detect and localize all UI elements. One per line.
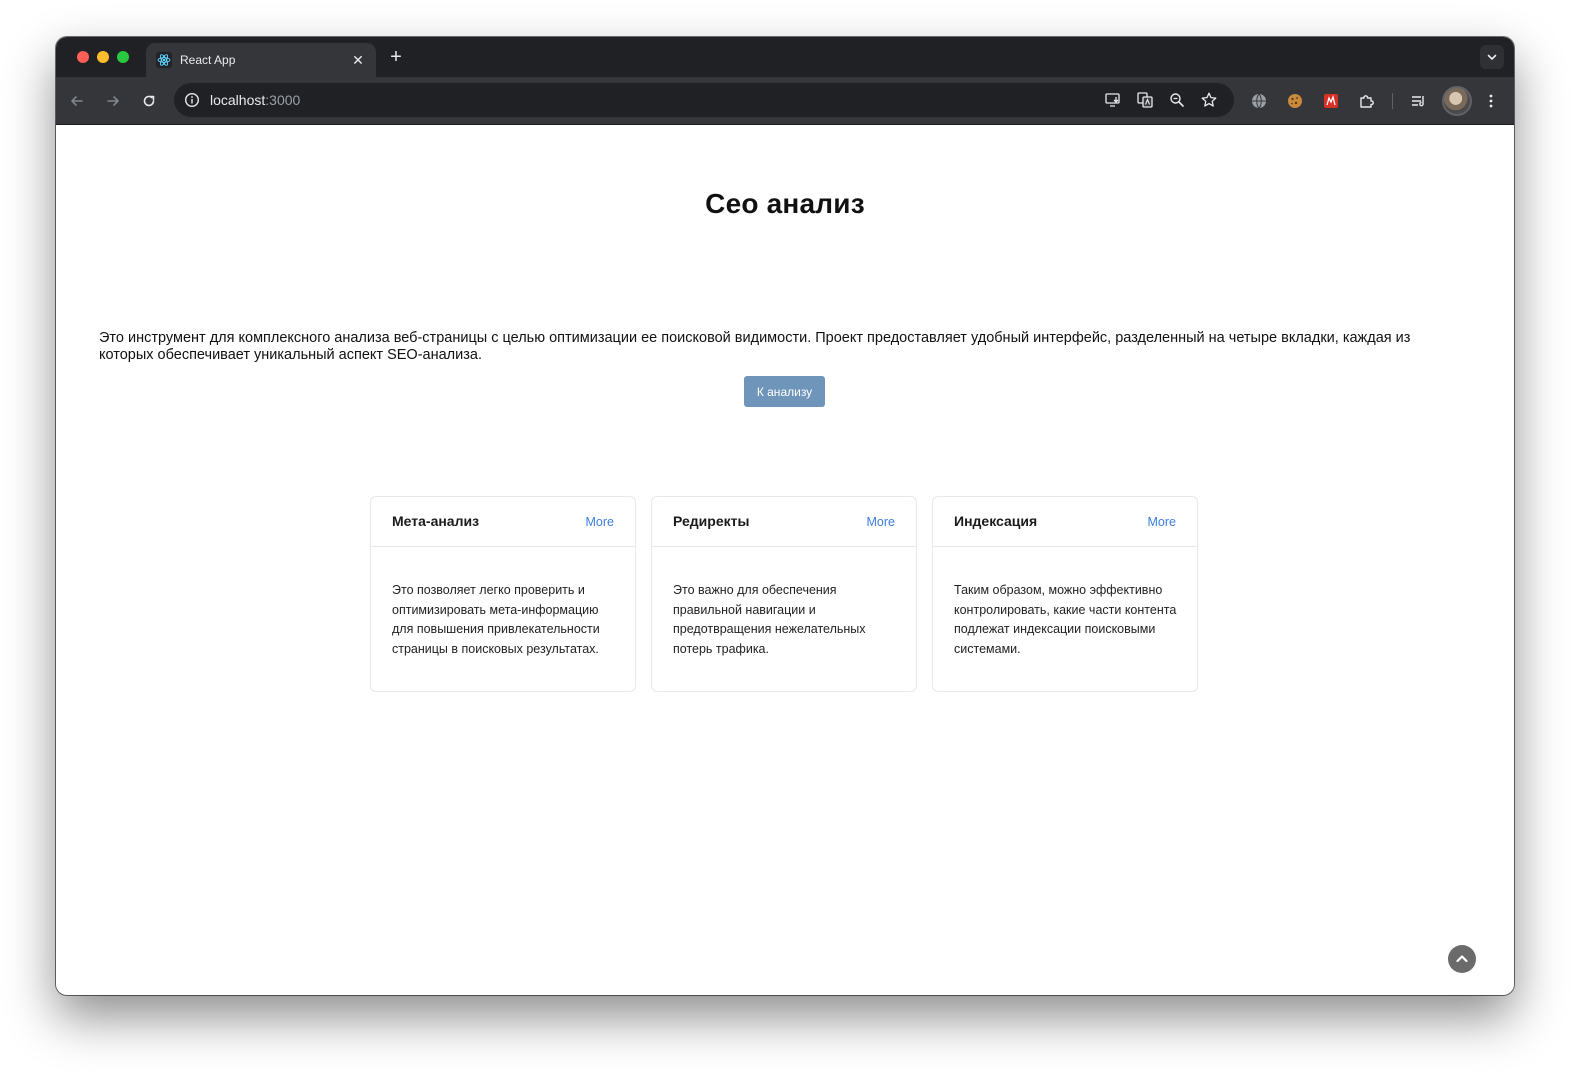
reading-list-icon[interactable] xyxy=(1408,90,1430,112)
address-bar[interactable]: localhost:3000 xyxy=(174,83,1234,117)
card-header: Мета-анализ More xyxy=(371,497,635,547)
card-title: Индексация xyxy=(954,513,1038,529)
close-tab-icon[interactable]: ✕ xyxy=(350,52,366,69)
browser-window: React App ✕ + localhost:3000 Сео анализ … xyxy=(56,37,1514,995)
card-title: Мета-анализ xyxy=(392,513,480,529)
url-port: :3000 xyxy=(265,92,301,108)
toolbar-divider xyxy=(1392,93,1393,109)
page-content: Сео анализ Это инструмент для комплексно… xyxy=(56,125,1514,995)
card-header: Индексация More xyxy=(933,497,1197,547)
back-button[interactable] xyxy=(65,89,89,113)
card-header: Редиректы More xyxy=(652,497,916,547)
card-body: Это важно для обеспечения правильной нав… xyxy=(673,583,866,656)
tab-strip: React App ✕ + xyxy=(56,37,1514,77)
translate-icon[interactable] xyxy=(1136,91,1154,109)
tab-react-app[interactable]: React App ✕ xyxy=(146,43,376,77)
arrow-right-icon xyxy=(107,96,119,106)
browser-toolbar: localhost:3000 xyxy=(56,77,1514,125)
more-menu-icon[interactable] xyxy=(1480,90,1502,112)
card-meta-analysis: Мета-анализ More Это позволяет легко про… xyxy=(370,496,636,692)
card-redirects: Редиректы More Это важно для обеспечения… xyxy=(651,496,917,692)
bookmark-star-icon[interactable] xyxy=(1200,91,1218,109)
card-more-link[interactable]: More xyxy=(867,515,895,529)
cookie-extension-icon[interactable] xyxy=(1284,90,1306,112)
scroll-to-top-button[interactable] xyxy=(1448,945,1476,973)
install-app-icon[interactable] xyxy=(1104,91,1122,109)
card-body: Таким образом, можно эффективно контроли… xyxy=(954,583,1177,656)
reload-button[interactable] xyxy=(137,89,161,113)
maximize-window-button[interactable] xyxy=(117,51,129,63)
intro-text: Это инструмент для комплексного анализа … xyxy=(99,330,1411,363)
site-info-icon[interactable] xyxy=(183,91,201,109)
tab-title: React App xyxy=(180,53,236,67)
chevron-up-icon xyxy=(1456,955,1468,963)
arrow-left-icon xyxy=(71,96,83,106)
forward-button[interactable] xyxy=(101,89,125,113)
card-body: Это позволяет легко проверить и оптимизи… xyxy=(392,583,600,656)
profile-avatar[interactable] xyxy=(1442,86,1472,116)
page-title: Сео анализ xyxy=(705,188,865,219)
card-more-link[interactable]: More xyxy=(1148,515,1176,529)
puzzle-icon[interactable] xyxy=(1356,90,1378,112)
globe-extension-icon[interactable] xyxy=(1248,90,1270,112)
tab-search-button[interactable] xyxy=(1480,45,1504,69)
red-extension-icon[interactable] xyxy=(1320,90,1342,112)
url-host: localhost xyxy=(210,92,266,108)
card-title: Редиректы xyxy=(673,513,750,529)
card-more-link[interactable]: More xyxy=(586,515,614,529)
minimize-window-button[interactable] xyxy=(97,51,109,63)
zoom-icon[interactable] xyxy=(1168,91,1186,109)
to-analysis-button[interactable]: К анализу xyxy=(744,376,825,407)
reload-icon xyxy=(143,95,155,107)
new-tab-button[interactable]: + xyxy=(386,47,406,67)
close-window-button[interactable] xyxy=(77,51,89,63)
react-icon xyxy=(156,52,172,68)
url-text: localhost:3000 xyxy=(210,92,300,108)
chevron-down-icon xyxy=(1487,54,1497,61)
card-indexing: Индексация More Таким образом, можно эфф… xyxy=(932,496,1198,692)
